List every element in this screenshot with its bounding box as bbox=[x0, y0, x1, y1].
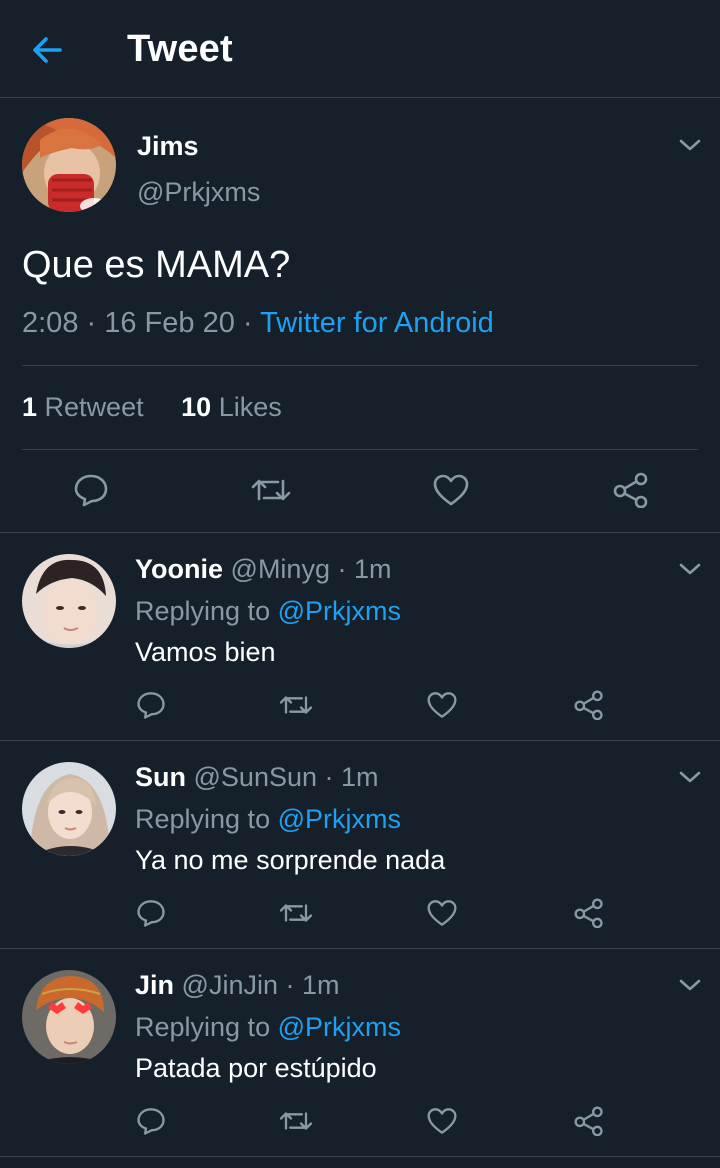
like-icon bbox=[427, 900, 457, 926]
tweet-menu-button[interactable] bbox=[677, 768, 703, 786]
reply-text: Ya no me sorprende nada bbox=[135, 845, 446, 875]
reply-icon bbox=[137, 692, 165, 719]
meta-separator: · bbox=[277, 970, 302, 1000]
reply-time: 1m bbox=[341, 762, 379, 792]
share-icon bbox=[574, 898, 603, 928]
likes-stat[interactable]: 10 Likes bbox=[181, 392, 282, 422]
reply-icon bbox=[74, 474, 108, 507]
retweet-button[interactable] bbox=[278, 898, 314, 928]
tweet-text: Que es MAMA? bbox=[22, 244, 291, 286]
reply-button[interactable] bbox=[135, 898, 167, 928]
mention-link[interactable]: @Prkjxms bbox=[278, 596, 401, 626]
share-button[interactable] bbox=[612, 472, 650, 508]
reply-icon bbox=[137, 900, 165, 927]
tweet-menu-button[interactable] bbox=[677, 560, 703, 578]
chevron-down-icon bbox=[679, 139, 701, 151]
retweet-icon bbox=[251, 479, 291, 501]
replying-to-label: Replying to bbox=[135, 1012, 271, 1042]
chevron-down-icon bbox=[679, 563, 701, 575]
reply-author-handle[interactable]: @Minyg bbox=[231, 554, 330, 584]
share-icon bbox=[574, 690, 603, 720]
replying-to: Replying to @Prkjxms bbox=[135, 1012, 401, 1043]
retweet-button[interactable] bbox=[250, 472, 292, 508]
replying-to-label: Replying to bbox=[135, 804, 271, 834]
reply-time: 1m bbox=[301, 970, 340, 1000]
share-button[interactable] bbox=[573, 898, 605, 928]
avatar[interactable] bbox=[22, 554, 116, 648]
tweet-meta: 2:08 · 16 Feb 20 · Twitter for Android bbox=[22, 307, 494, 340]
like-button[interactable] bbox=[426, 898, 458, 928]
divider bbox=[22, 365, 698, 366]
like-icon bbox=[433, 474, 469, 506]
author-name[interactable]: Jims bbox=[137, 131, 199, 162]
tweet-stats: 1 Retweet 10 Likes bbox=[22, 392, 282, 423]
mention-link[interactable]: @Prkjxms bbox=[278, 1012, 401, 1042]
like-button[interactable] bbox=[432, 472, 470, 508]
retweets-stat[interactable]: 1 Retweet bbox=[22, 392, 144, 422]
meta-separator: · bbox=[234, 307, 261, 339]
reply-icon bbox=[137, 1108, 165, 1135]
mention-link[interactable]: @Prkjxms bbox=[278, 804, 401, 834]
like-button[interactable] bbox=[426, 690, 458, 720]
share-button[interactable] bbox=[573, 690, 605, 720]
share-icon bbox=[613, 472, 648, 508]
replying-to: Replying to @Prkjxms bbox=[135, 596, 401, 627]
reply-tweet[interactable]: Yoonie @Minyg · 1m Replying to @Prkjxms … bbox=[0, 533, 720, 741]
tweet-source-link[interactable]: Twitter for Android bbox=[260, 307, 494, 339]
tweet-date: 16 Feb 20 bbox=[104, 307, 235, 339]
retweet-icon bbox=[279, 1112, 313, 1130]
likes-count: 10 bbox=[181, 392, 212, 422]
chevron-down-icon bbox=[679, 979, 701, 991]
retweet-icon bbox=[279, 696, 313, 714]
likes-label: Likes bbox=[218, 392, 282, 422]
top-bar: Tweet bbox=[0, 0, 720, 98]
like-icon bbox=[427, 692, 457, 718]
meta-separator: · bbox=[317, 762, 342, 792]
reply-tweet[interactable]: Sun @SunSun · 1m Replying to @Prkjxms Ya… bbox=[0, 741, 720, 949]
reply-author-name[interactable]: Jin bbox=[135, 970, 174, 1000]
share-button[interactable] bbox=[573, 1106, 605, 1136]
tweet-menu-button[interactable] bbox=[677, 136, 703, 154]
reply-author-name[interactable]: Yoonie bbox=[135, 554, 223, 584]
reply-header: Yoonie @Minyg · 1m bbox=[135, 554, 391, 585]
like-icon bbox=[427, 1108, 457, 1134]
meta-separator: · bbox=[329, 554, 354, 584]
avatar[interactable] bbox=[22, 970, 116, 1064]
reply-author-handle[interactable]: @JinJin bbox=[182, 970, 278, 1000]
author-handle[interactable]: @Prkjxms bbox=[137, 177, 260, 208]
back-button[interactable] bbox=[26, 30, 70, 70]
like-button[interactable] bbox=[426, 1106, 458, 1136]
share-icon bbox=[574, 1106, 603, 1136]
retweet-button[interactable] bbox=[278, 690, 314, 720]
main-tweet: Jims @Prkjxms Que es MAMA? 2:08 · 16 Feb… bbox=[0, 99, 720, 533]
reply-author-handle[interactable]: @SunSun bbox=[194, 762, 318, 792]
chevron-down-icon bbox=[679, 771, 701, 783]
reply-button[interactable] bbox=[135, 690, 167, 720]
back-arrow-icon bbox=[33, 37, 62, 63]
page-title: Tweet bbox=[127, 28, 233, 70]
reply-text: Vamos bien bbox=[135, 637, 276, 667]
retweet-button[interactable] bbox=[278, 1106, 314, 1136]
replying-to: Replying to @Prkjxms bbox=[135, 804, 401, 835]
reply-time: 1m bbox=[353, 554, 392, 584]
reply-header: Jin @JinJin · 1m bbox=[135, 970, 340, 1001]
tweet-time: 2:08 bbox=[22, 307, 79, 339]
tweet-menu-button[interactable] bbox=[677, 976, 703, 994]
divider bbox=[22, 449, 698, 450]
reply-button[interactable] bbox=[72, 472, 110, 508]
avatar[interactable] bbox=[22, 118, 116, 212]
replying-to-label: Replying to bbox=[135, 596, 271, 626]
avatar[interactable] bbox=[22, 762, 116, 856]
reply-author-name[interactable]: Sun bbox=[135, 762, 186, 792]
reply-text: Patada por estúpido bbox=[135, 1053, 377, 1083]
reply-tweet[interactable]: Jin @JinJin · 1m Replying to @Prkjxms Pa… bbox=[0, 949, 720, 1157]
reply-header: Sun @SunSun · 1m bbox=[135, 762, 379, 793]
retweets-label: Retweet bbox=[44, 392, 144, 422]
retweet-icon bbox=[279, 904, 313, 922]
retweets-count: 1 bbox=[22, 392, 38, 422]
meta-separator: · bbox=[78, 307, 105, 339]
reply-button[interactable] bbox=[135, 1106, 167, 1136]
